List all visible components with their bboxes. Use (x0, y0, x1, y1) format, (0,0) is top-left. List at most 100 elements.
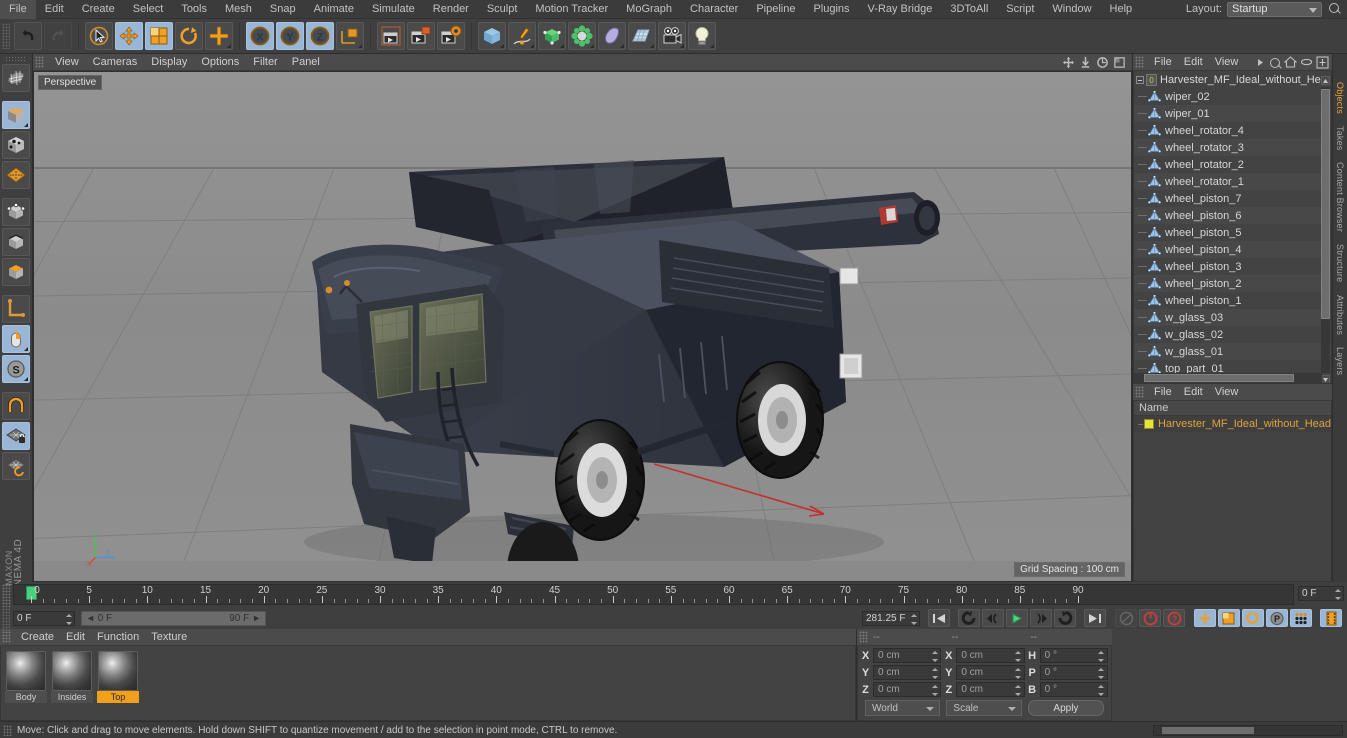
menu-item-sculpt[interactable]: Sculpt (478, 0, 527, 19)
size-y-field[interactable]: 0 cm (956, 665, 1025, 680)
viewport-menu-cameras[interactable]: Cameras (86, 54, 145, 71)
toolbar-grip[interactable] (2, 23, 10, 49)
attribute-manager-menu-file[interactable]: File (1148, 384, 1178, 401)
autokeying-button[interactable] (1139, 609, 1161, 627)
object-manager-list[interactable]: 0 Harvester_MF_Ideal_without_He wiper_02… (1133, 71, 1332, 384)
object-row[interactable]: wheel_piston_1 (1134, 292, 1331, 309)
object-row[interactable]: wiper_02 (1134, 88, 1331, 105)
attribute-row[interactable]: Harvester_MF_Ideal_without_Head (1134, 416, 1331, 432)
menu-item-character[interactable]: Character (681, 0, 747, 19)
vscroll-thumb[interactable] (1321, 89, 1330, 319)
stepper-icon[interactable] (1015, 651, 1022, 662)
menu-item-mesh[interactable]: Mesh (216, 0, 261, 19)
stepper-icon[interactable] (65, 613, 72, 625)
texture-mode[interactable] (2, 131, 30, 159)
dock-tab-objects[interactable]: Objects (1334, 76, 1346, 120)
size-x-field[interactable]: 0 cm (956, 648, 1025, 663)
object-row[interactable]: wheel_piston_7 (1134, 190, 1331, 207)
timeline-end-field[interactable]: 0 F (1298, 586, 1344, 601)
menu-item-tools[interactable]: Tools (172, 0, 216, 19)
menu-item-animate[interactable]: Animate (305, 0, 363, 19)
pan-view-icon[interactable] (1062, 56, 1075, 69)
points-mode[interactable] (2, 198, 30, 226)
coordinate-manager-body[interactable]: X 0 cm X 0 cm H 0 ° Y 0 cm Y 0 cm P 0 ° … (857, 646, 1112, 721)
add-camera-button[interactable] (658, 22, 686, 50)
object-row[interactable]: wheel_rotator_3 (1134, 139, 1331, 156)
add-generator-button[interactable] (538, 22, 566, 50)
material-menu-edit[interactable]: Edit (60, 629, 91, 646)
orbit-view-icon[interactable] (1096, 56, 1109, 69)
viewport-menu-panel[interactable]: Panel (285, 54, 327, 71)
position-z-field[interactable]: 0 cm (873, 682, 942, 697)
stepper-icon[interactable] (1098, 668, 1105, 679)
stepper-icon[interactable] (1098, 685, 1105, 696)
object-row[interactable]: wiper_01 (1134, 105, 1331, 122)
rotation-key-button[interactable] (1242, 609, 1264, 627)
object-row-root[interactable]: 0 Harvester_MF_Ideal_without_He (1134, 71, 1331, 88)
keyframe-selection-button[interactable]: ? (1163, 609, 1185, 627)
stepper-icon[interactable] (931, 651, 938, 662)
previous-key-button[interactable] (982, 609, 1004, 627)
menu-item-file[interactable]: File (0, 0, 36, 19)
viewport-grip[interactable] (35, 56, 44, 68)
menu-item-pipeline[interactable]: Pipeline (747, 0, 804, 19)
enable-axis-modification[interactable] (2, 325, 30, 353)
go-to-end-button[interactable] (1084, 609, 1106, 627)
add-light-button[interactable] (688, 22, 716, 50)
menu-item-snap[interactable]: Snap (261, 0, 305, 19)
viewport-menu-options[interactable]: Options (194, 54, 246, 71)
object-row[interactable]: w_glass_01 (1134, 343, 1331, 360)
object-row[interactable]: wheel_piston_5 (1134, 224, 1331, 241)
lock-workplane[interactable] (2, 422, 30, 450)
attribute-manager-menu-edit[interactable]: Edit (1178, 384, 1209, 401)
current-frame-field[interactable]: 0 F (13, 610, 75, 626)
workplane-mode[interactable] (2, 161, 30, 189)
menu-item-create[interactable]: Create (73, 0, 124, 19)
object-row[interactable]: wheel_piston_3 (1134, 258, 1331, 275)
menu-item-render[interactable]: Render (424, 0, 478, 19)
object-manager-grip[interactable] (1135, 56, 1144, 68)
position-key-button[interactable] (1194, 609, 1216, 627)
object-manager-menu-file[interactable]: File (1148, 54, 1178, 71)
object-manager-menu-edit[interactable]: Edit (1178, 54, 1209, 71)
dock-tab-content-browser[interactable]: Content Browser (1334, 156, 1346, 238)
coordinate-system-select[interactable]: World (865, 700, 941, 716)
object-list-vscrollbar[interactable] (1321, 76, 1330, 383)
material-menu-texture[interactable]: Texture (145, 629, 193, 646)
render-view-button[interactable] (377, 22, 405, 50)
stepper-icon[interactable] (931, 685, 938, 696)
size-z-field[interactable]: 0 cm (956, 682, 1025, 697)
stepper-icon[interactable] (1098, 651, 1105, 662)
stepper-icon[interactable] (1015, 685, 1022, 696)
parameter-key-button[interactable]: P (1266, 609, 1288, 627)
scroll-down-arrow[interactable] (1321, 375, 1330, 383)
menu-item-simulate[interactable]: Simulate (363, 0, 424, 19)
add-floor-object-button[interactable] (628, 22, 656, 50)
menu-item-edit[interactable]: Edit (36, 0, 73, 19)
attribute-manager-body[interactable]: Name Harvester_MF_Ideal_without_Head (1133, 401, 1332, 582)
enable-snapping[interactable] (2, 392, 30, 420)
object-axis-mode[interactable] (2, 295, 30, 323)
material-preview-sphere[interactable] (52, 651, 92, 691)
menu-item-window[interactable]: Window (1043, 0, 1100, 19)
collapse-icon[interactable] (1136, 75, 1144, 84)
dock-tab-takes[interactable]: Takes (1334, 120, 1346, 157)
edges-mode[interactable] (2, 228, 30, 256)
more-arrow-icon[interactable] (1256, 57, 1265, 68)
material-manager-body[interactable]: Body Insides Top (0, 646, 856, 721)
redo-button[interactable] (44, 22, 72, 50)
menu-item-script[interactable]: Script (997, 0, 1043, 19)
menu-item-select[interactable]: Select (124, 0, 173, 19)
lock-y-axis[interactable]: Y (276, 22, 304, 50)
hscroll-thumb[interactable] (1144, 374, 1294, 382)
layout-select[interactable]: Startup (1227, 1, 1322, 17)
play-backwards-loop-button[interactable] (958, 609, 980, 627)
record-active-objects-button[interactable] (1115, 609, 1137, 627)
polygons-mode[interactable] (2, 258, 30, 286)
next-key-button[interactable] (1030, 609, 1052, 627)
perspective-viewport[interactable]: Perspective Grid Spacing : 100 cm Y Z X (33, 71, 1132, 582)
stepper-icon[interactable] (910, 613, 917, 625)
material-item[interactable]: Body (5, 651, 47, 715)
menu-item-mograph[interactable]: MoGraph (617, 0, 681, 19)
object-manager-menu-view[interactable]: View (1209, 54, 1245, 71)
